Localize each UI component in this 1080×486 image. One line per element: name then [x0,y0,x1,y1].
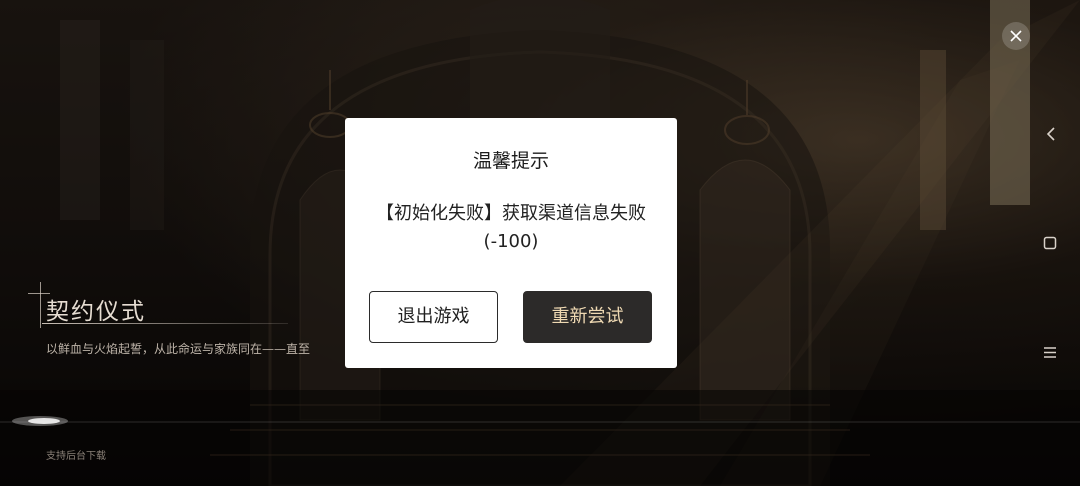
title-ornament [40,282,41,328]
close-icon [1010,30,1022,42]
background-download-label: 支持后台下载 [46,451,106,462]
hamburger-menu-icon[interactable] [1043,346,1057,359]
alert-dialog: 温馨提示 【初始化失败】获取渠道信息失败(-100) 退出游戏 重新尝试 [345,118,677,368]
chevron-left-icon[interactable] [1045,126,1057,142]
dialog-title: 温馨提示 [472,150,549,172]
exit-game-button[interactable]: 退出游戏 [369,291,498,343]
game-title: 契约仪式 [46,299,146,325]
download-progress-track [0,421,1080,423]
retry-button[interactable]: 重新尝试 [523,291,652,343]
title-underline [42,323,288,324]
game-subtitle: 以鲜血与火焰起誓，从此命运与家族同在——直至 [46,342,311,356]
close-button[interactable] [1002,22,1030,50]
square-icon[interactable] [1043,236,1057,250]
dialog-message: 【初始化失败】获取渠道信息失败(-100) [376,203,646,252]
progress-spark-icon [12,416,68,426]
